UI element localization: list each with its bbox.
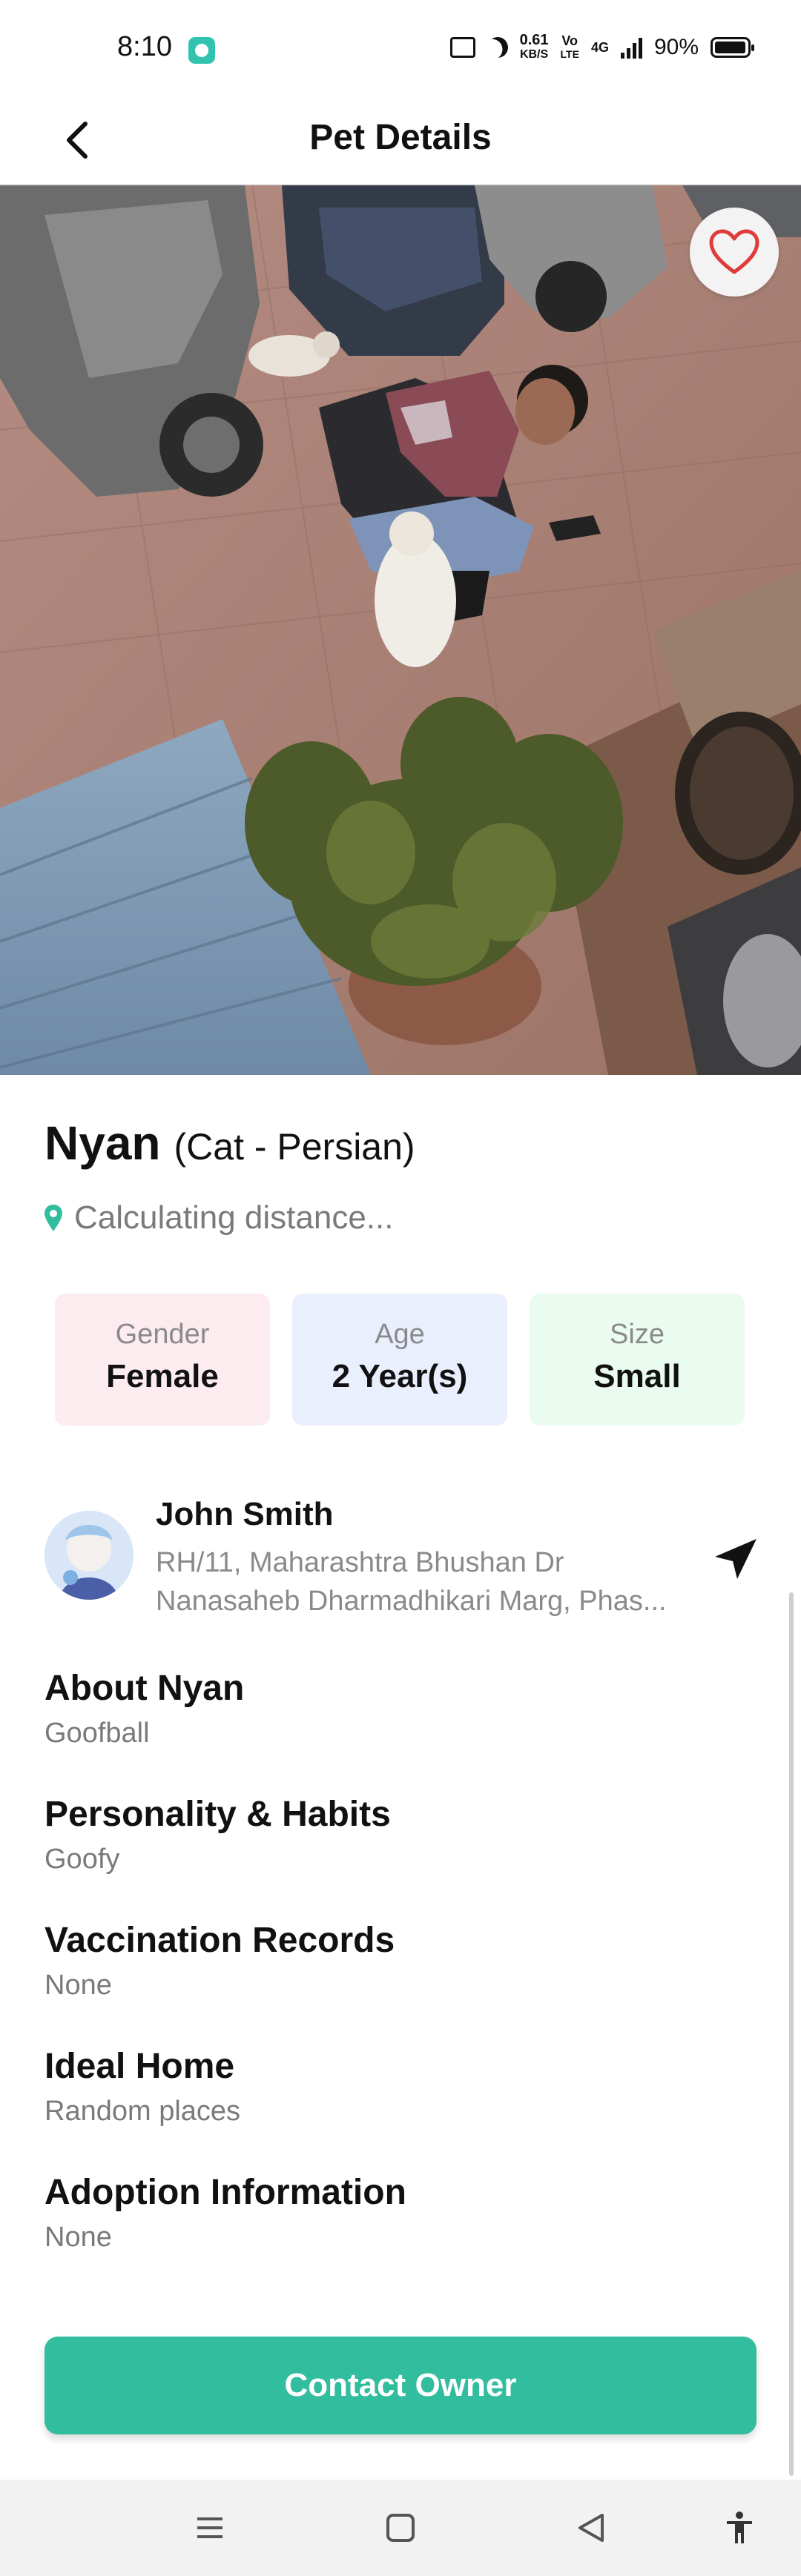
vaccination-text: None [44, 1970, 112, 2001]
age-label: Age [375, 1319, 425, 1350]
size-value: Small [593, 1358, 681, 1394]
gender-card: Gender Female [55, 1294, 270, 1426]
home-button[interactable] [382, 2509, 419, 2546]
accessibility-button[interactable] [721, 2509, 758, 2546]
personality-heading: Personality & Habits [44, 1795, 391, 1834]
gender-value: Female [106, 1358, 219, 1394]
ideal-home-section: Ideal Home Random places [44, 2046, 240, 2128]
battery-percent: 90% [653, 35, 699, 59]
pet-photo [0, 185, 801, 1075]
pet-header: Nyan (Cat - Persian) [44, 1116, 415, 1171]
signal-icon [620, 36, 642, 59]
status-time: 8:10 [117, 31, 172, 62]
favorite-button[interactable] [690, 208, 779, 297]
back-system-button[interactable] [573, 2509, 610, 2546]
system-nav-bar [0, 2480, 801, 2576]
vaccination-section: Vaccination Records None [44, 1920, 395, 2001]
distance-text: Calculating distance... [74, 1199, 394, 1236]
personality-text: Goofy [44, 1844, 120, 1875]
network-speed: 0.61 KB/S [519, 32, 549, 61]
owner-card[interactable]: John Smith RH/11, Maharashtra Bhushan Dr… [44, 1496, 756, 1617]
ideal-home-heading: Ideal Home [44, 2047, 235, 2086]
pet-stats: Gender Female Age 2 Year(s) Size Small [55, 1294, 745, 1426]
age-value: 2 Year(s) [332, 1358, 468, 1394]
app-bar: Pet Details [0, 96, 801, 185]
contact-owner-button[interactable]: Contact Owner [44, 2337, 756, 2434]
network-type: 4G [590, 39, 609, 55]
vaccination-heading: Vaccination Records [44, 1921, 395, 1960]
pet-breed: (Cat - Persian) [174, 1126, 415, 1168]
size-card: Size Small [530, 1294, 745, 1426]
about-text: Goofball [44, 1718, 150, 1749]
heart-outline-icon [709, 229, 759, 274]
pet-photo-illustration [0, 185, 801, 1075]
adoption-heading: Adoption Information [44, 2173, 406, 2212]
gallery-icon [449, 37, 475, 58]
gender-label: Gender [115, 1319, 210, 1350]
home-square-icon [386, 2514, 415, 2542]
personality-section: Personality & Habits Goofy [44, 1794, 391, 1875]
owner-name: John Smith [156, 1496, 334, 1532]
owner-address-line1: RH/11, Maharashtra Bhushan Dr [156, 1547, 564, 1578]
accessibility-icon [727, 2512, 752, 2543]
owner-address: RH/11, Maharashtra Bhushan Dr Nanasaheb … [156, 1543, 749, 1620]
adoption-text: None [44, 2222, 112, 2253]
menu-icon [197, 2517, 222, 2538]
back-triangle-icon [578, 2514, 604, 2542]
avatar [44, 1511, 134, 1600]
about-section: About Nyan Goofball [44, 1668, 244, 1749]
adoption-section: Adoption Information None [44, 2172, 406, 2254]
page-title: Pet Details [309, 118, 492, 157]
ideal-home-text: Random places [44, 2096, 241, 2127]
status-icons: 0.61 KB/S Vo LTE 4G 90% [449, 32, 754, 62]
owner-address-line2: Nanasaheb Dharmadhikari Marg, Phas... [156, 1586, 667, 1617]
about-heading: About Nyan [44, 1669, 245, 1708]
scrollbar[interactable] [789, 1592, 794, 2476]
battery-icon [711, 37, 754, 58]
menu-button[interactable] [191, 2509, 228, 2546]
size-label: Size [610, 1319, 665, 1350]
location-pin-icon [44, 1205, 62, 1231]
navigation-arrow-icon [715, 1539, 756, 1579]
navigate-button[interactable] [709, 1533, 761, 1585]
pet-name: Nyan [44, 1116, 161, 1170]
distance-row: Calculating distance... [43, 1199, 393, 1236]
app-notification-icon [188, 37, 215, 64]
moon-icon [484, 34, 511, 61]
age-card: Age 2 Year(s) [292, 1294, 507, 1426]
status-bar: 8:10 0.61 KB/S Vo LTE 4G 90% [0, 0, 801, 96]
volte-indicator: Vo LTE [560, 33, 579, 60]
